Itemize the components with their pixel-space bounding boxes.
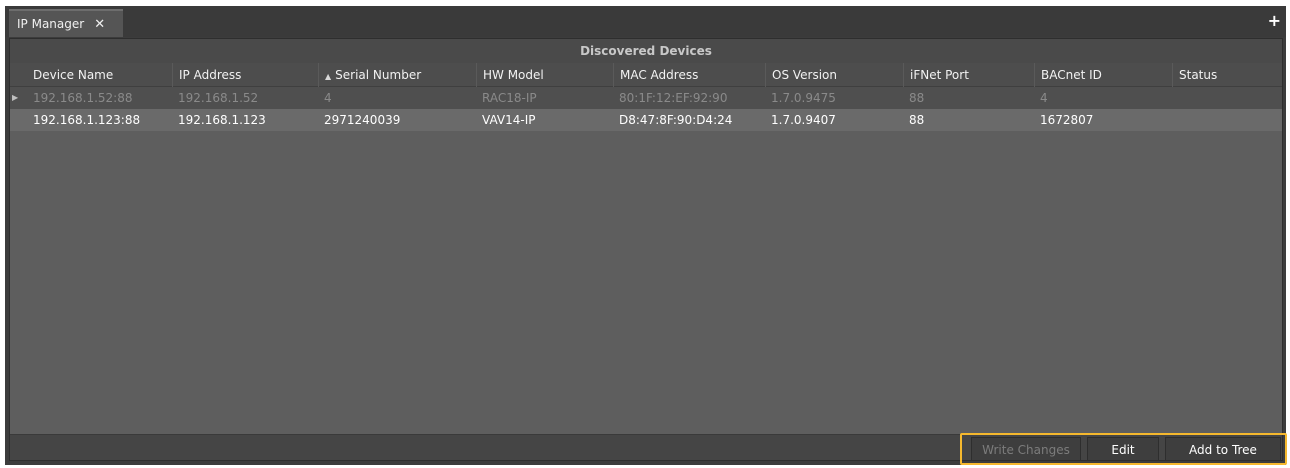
cell-serial-number: 4 [324,91,332,105]
column-header-ip-address[interactable]: IP Address [172,63,318,87]
column-header-serial-number[interactable]: ▲ Serial Number [318,63,476,87]
sort-ascending-icon: ▲ [325,72,332,81]
cell-ip-address: 192.168.1.123 [178,113,266,127]
table-row[interactable]: ▶ 192.168.1.52:88 192.168.1.52 4 RAC18-I… [10,87,1282,109]
tab-label: IP Manager [17,17,85,31]
table-row[interactable]: 192.168.1.123:88 192.168.1.123 297124003… [10,109,1282,131]
edit-button[interactable]: Edit [1087,437,1159,461]
cell-hw-model: VAV14-IP [482,113,536,127]
tab-ip-manager[interactable]: IP Manager ✕ [9,9,123,37]
cell-bacnet-id: 4 [1040,91,1048,105]
cell-hw-model: RAC18-IP [482,91,537,105]
cell-os-version: 1.7.0.9407 [771,113,836,127]
cell-bacnet-id: 1672807 [1040,113,1094,127]
cell-device-name: 192.168.1.123:88 [33,113,141,127]
close-icon[interactable]: ✕ [94,17,105,32]
discovered-devices-panel: Discovered Devices Device Name IP Addres… [9,38,1283,461]
column-header-bacnet-id[interactable]: BACnet ID [1034,63,1172,87]
ip-manager-window: IP Manager ✕ + Discovered Devices Device… [5,6,1286,465]
cell-status [1172,109,1282,131]
cell-status [1172,87,1282,109]
column-header-hw-model[interactable]: HW Model [476,63,613,87]
column-header-device-name[interactable]: Device Name [27,63,172,87]
cell-device-name: 192.168.1.52:88 [33,91,133,105]
write-changes-button[interactable]: Write Changes [971,437,1081,461]
column-header-os-version[interactable]: OS Version [765,63,903,87]
cell-ifnet-port: 88 [909,91,925,105]
column-header-ifnet-port[interactable]: iFNet Port [903,63,1034,87]
tab-bar: IP Manager ✕ + [5,6,1286,37]
cell-os-version: 1.7.0.9475 [771,91,836,105]
column-header-label: Serial Number [335,68,422,82]
cell-ip-address: 192.168.1.52 [178,91,259,105]
column-header-status[interactable]: Status [1172,63,1282,87]
cell-ifnet-port: 88 [909,113,925,127]
column-header-mac-address[interactable]: MAC Address [613,63,765,87]
add-tab-icon[interactable]: + [1268,11,1281,30]
cell-mac-address: 80:1F:12:EF:92:90 [619,91,728,105]
cell-mac-address: D8:47:8F:90:D4:24 [619,113,733,127]
cell-serial-number: 2971240039 [324,113,401,127]
row-pointer-icon: ▶ [12,93,19,102]
table-header: Device Name IP Address ▲ Serial Number HW… [10,63,1282,87]
panel-title: Discovered Devices [10,39,1282,63]
add-to-tree-button[interactable]: Add to Tree [1165,437,1281,461]
